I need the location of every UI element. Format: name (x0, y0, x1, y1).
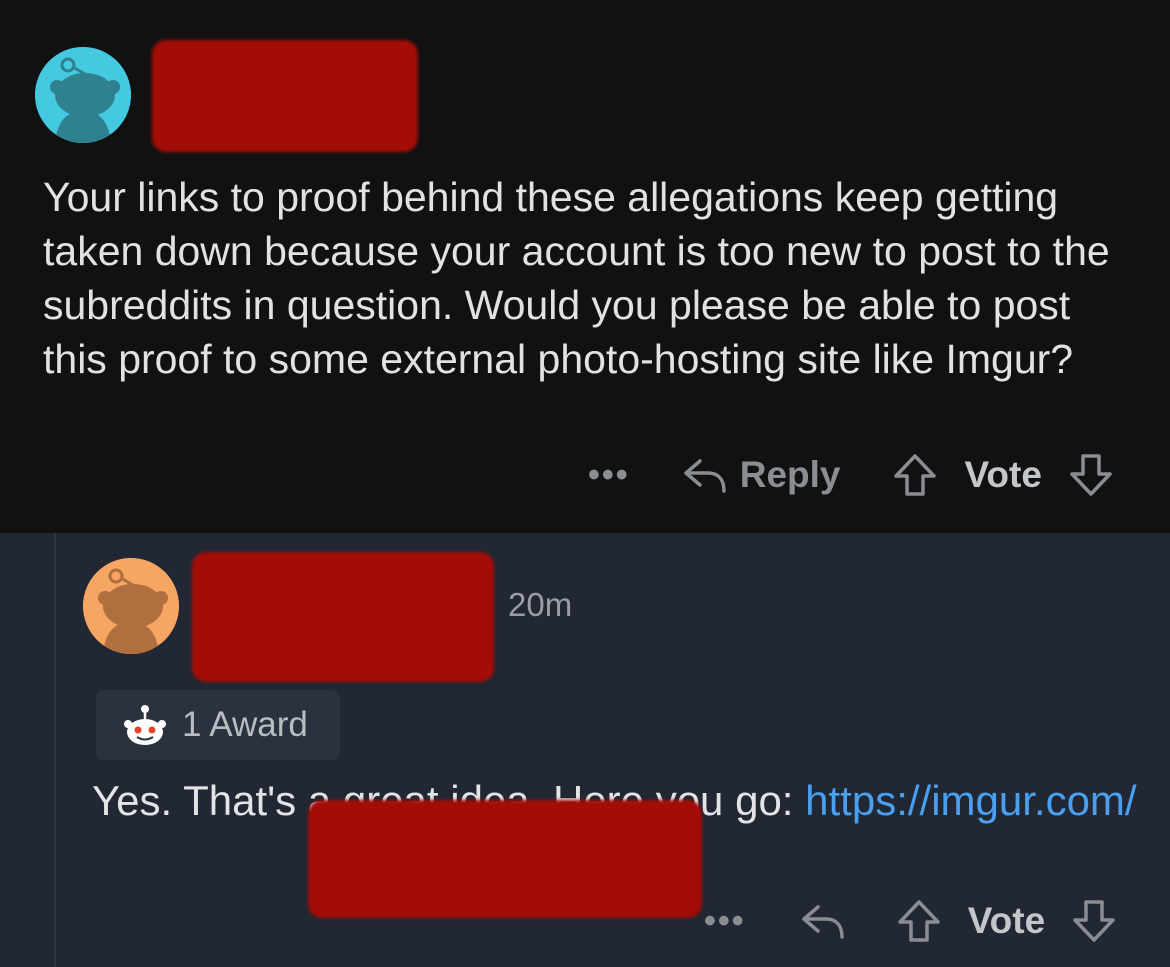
upvote-icon[interactable] (896, 898, 942, 944)
parent-comment: Your links to proof behind these allegat… (0, 0, 1170, 533)
vote-label: Vote (967, 900, 1046, 941)
imgur-link[interactable]: https://imgur.com/ (805, 777, 1136, 824)
award-icon (124, 705, 166, 745)
user-avatar[interactable] (83, 558, 179, 654)
thread-line[interactable] (54, 533, 56, 967)
award-badge[interactable]: 1 Award (96, 690, 340, 760)
reply-arrow-icon (683, 459, 726, 493)
reply-arrow-icon (801, 905, 844, 939)
comment-body: Your links to proof behind these allegat… (43, 174, 1110, 382)
snoo-avatar-icon (83, 558, 179, 654)
vote-controls: Vote (896, 898, 1117, 944)
more-options-button[interactable]: ••• (588, 456, 630, 495)
redacted-username (192, 552, 494, 682)
downvote-icon[interactable] (1068, 452, 1114, 498)
redacted-username (152, 40, 418, 152)
reply-button[interactable] (800, 901, 846, 941)
comment-timestamp: 20m (508, 586, 573, 623)
upvote-icon[interactable] (892, 452, 938, 498)
reply-label: Reply (739, 454, 841, 495)
vote-label: Vote (964, 454, 1042, 495)
snoo-avatar-icon (35, 47, 131, 143)
award-count: 1 Award (182, 705, 308, 744)
comment-actions: ••• Vote (704, 898, 1117, 944)
reply-button[interactable]: Reply (682, 454, 841, 496)
comment-actions: ••• Reply Vote (588, 452, 1114, 498)
redacted-link-path (308, 800, 702, 918)
user-avatar[interactable] (35, 47, 131, 143)
vote-controls: Vote (892, 452, 1113, 498)
more-options-button[interactable]: ••• (704, 902, 746, 941)
downvote-icon[interactable] (1071, 898, 1117, 944)
